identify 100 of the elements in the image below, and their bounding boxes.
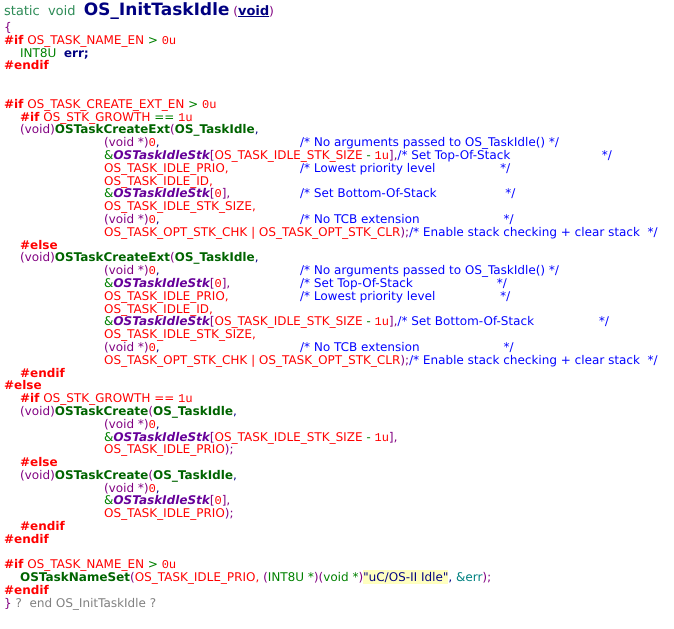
macro-name: OS_TASK_IDLE_PRIO, xyxy=(104,288,229,303)
macro-name: OS_TASK_IDLE_PRIO xyxy=(104,442,225,456)
preprocessor-directive: #else xyxy=(20,455,58,470)
macro-name: OS_TASK_OPT_STK_CHK | OS_TASK_OPT_STK_CLR xyxy=(104,224,400,239)
array-name: OSTaskIdleStk xyxy=(113,276,210,290)
macro-name: OS_TASK_IDLE_PRIO, xyxy=(104,160,229,175)
punctuation: ( xyxy=(148,404,153,418)
code-comment: /* No TCB extension */ xyxy=(300,212,514,226)
preprocessor-directive: #endif xyxy=(20,366,65,380)
macro-name: OS_TASK_OPT_STK_CHK | OS_TASK_OPT_STK_CLR xyxy=(104,352,400,367)
punctuation: ], xyxy=(222,276,230,290)
punctuation: ); xyxy=(224,442,234,456)
punctuation: [ xyxy=(210,276,215,290)
number-literal: 0 xyxy=(148,482,156,496)
punctuation: , xyxy=(233,468,237,482)
array-name: OSTaskIdleStk xyxy=(113,430,210,444)
operator: & xyxy=(104,148,114,162)
keyword: static void xyxy=(4,4,76,19)
punctuation: , xyxy=(254,250,259,264)
operator: & xyxy=(104,314,114,328)
number-literal: 0u xyxy=(202,98,216,112)
number-literal: 1u xyxy=(374,315,389,330)
code-comment: /* Lowest priority level */ xyxy=(300,290,510,303)
punctuation: ( xyxy=(148,468,153,482)
type-name: INT8U * xyxy=(268,570,314,584)
preprocessor-directive: #if xyxy=(20,110,40,124)
code-comment: /* Set Bottom-Of-Stack */ xyxy=(397,315,609,328)
array-name: OSTaskIdleStk xyxy=(113,314,210,328)
punctuation: [ xyxy=(210,493,215,508)
preprocessor-directive: #endif xyxy=(4,58,49,72)
code-comment: /* Enable stack checking + clear stack */ xyxy=(409,354,658,367)
macro-name: OS_TASK_IDLE_STK_SIZE, xyxy=(104,327,256,342)
number-literal: 0u xyxy=(162,34,176,48)
punctuation: ], xyxy=(388,430,398,444)
macro-name: OS_TASK_IDLE_PRIO xyxy=(104,506,225,520)
array-name: OSTaskIdleStk xyxy=(113,186,210,200)
macro-name: OS_STK_GROWTH xyxy=(43,110,150,124)
number-literal: 1u xyxy=(178,110,193,125)
punctuation: { xyxy=(4,20,12,34)
type-cast: (void *) xyxy=(104,212,149,226)
code-comment: /* Set Top-Of-Stack */ xyxy=(397,148,612,162)
type-name: void * xyxy=(323,570,358,584)
number-literal: 0 xyxy=(214,187,222,202)
function-call: OSTaskNameSet xyxy=(20,570,130,584)
punctuation: [ xyxy=(210,186,215,200)
operator: > xyxy=(146,32,159,47)
punctuation: , xyxy=(156,480,160,495)
preprocessor-directive: #endif xyxy=(4,583,49,598)
code-comment: /* No TCB extension */ xyxy=(300,340,514,354)
operator: - xyxy=(366,148,371,162)
number-literal: 0 xyxy=(214,494,222,508)
type-cast: (void *) xyxy=(104,480,149,495)
preprocessor-directive: #if xyxy=(4,32,24,47)
type-name: INT8U xyxy=(20,46,56,60)
number-literal: 0 xyxy=(148,212,156,227)
end-comment: ? end OS_InitTaskIdle ? xyxy=(14,596,156,610)
preprocessor-directive: #if xyxy=(20,391,40,406)
number-literal: 0u xyxy=(162,558,176,572)
string-literal: "uC/OS-II Idle" xyxy=(363,570,448,584)
punctuation: ], xyxy=(388,148,398,162)
punctuation: ) xyxy=(358,570,364,584)
operator: & xyxy=(104,493,114,508)
punctuation: ); xyxy=(400,224,410,239)
operator: > xyxy=(187,96,200,111)
code-comment: /* Set Top-Of-Stack */ xyxy=(300,276,507,290)
punctuation: , xyxy=(156,212,160,226)
number-literal: 1u xyxy=(374,148,389,163)
macro-name: OS_TASK_IDLE_STK_SIZE, xyxy=(104,199,256,214)
number-literal: 0 xyxy=(214,276,222,291)
punctuation: , xyxy=(156,263,160,278)
macro-name: OS_TASK_IDLE_STK_SIZE xyxy=(214,148,363,162)
punctuation: ( xyxy=(170,122,175,136)
macro-name: OS_TASK_IDLE_STK_SIZE xyxy=(214,430,363,444)
punctuation: [ xyxy=(210,430,215,444)
punctuation: ( xyxy=(232,4,238,18)
punctuation: , xyxy=(254,122,259,136)
type-cast: (void *) xyxy=(104,416,149,431)
operator: & xyxy=(104,186,114,200)
array-name: OSTaskIdleStk xyxy=(113,148,210,162)
number-literal: 0 xyxy=(148,264,156,278)
function-call: OSTaskCreate xyxy=(54,404,148,418)
type-cast: (void *) xyxy=(104,263,149,278)
punctuation: ); xyxy=(224,506,234,520)
function-call: OSTaskCreateExt xyxy=(54,250,170,264)
argument-name: OS_TaskIdle xyxy=(174,250,255,264)
operator: > xyxy=(146,557,159,572)
macro-name: OS_TASK_IDLE_PRIO, xyxy=(134,570,260,584)
operator: - xyxy=(365,430,372,444)
macro-name: OS_TASK_IDLE_STK_SIZE xyxy=(214,314,363,328)
preprocessor-directive: #endif xyxy=(4,532,49,546)
operator: - xyxy=(365,314,372,328)
macro-name: OS_TASK_CREATE_EXT_EN xyxy=(26,96,184,111)
punctuation: , xyxy=(156,135,160,150)
type-cast: (void) xyxy=(20,250,55,264)
preprocessor-directive: #if xyxy=(4,557,24,572)
number-literal: 0 xyxy=(148,340,156,355)
punctuation: [ xyxy=(210,314,215,328)
punctuation: ); xyxy=(482,570,492,584)
preprocessor-directive: #endif xyxy=(20,519,65,534)
punctuation: ) xyxy=(269,4,274,18)
